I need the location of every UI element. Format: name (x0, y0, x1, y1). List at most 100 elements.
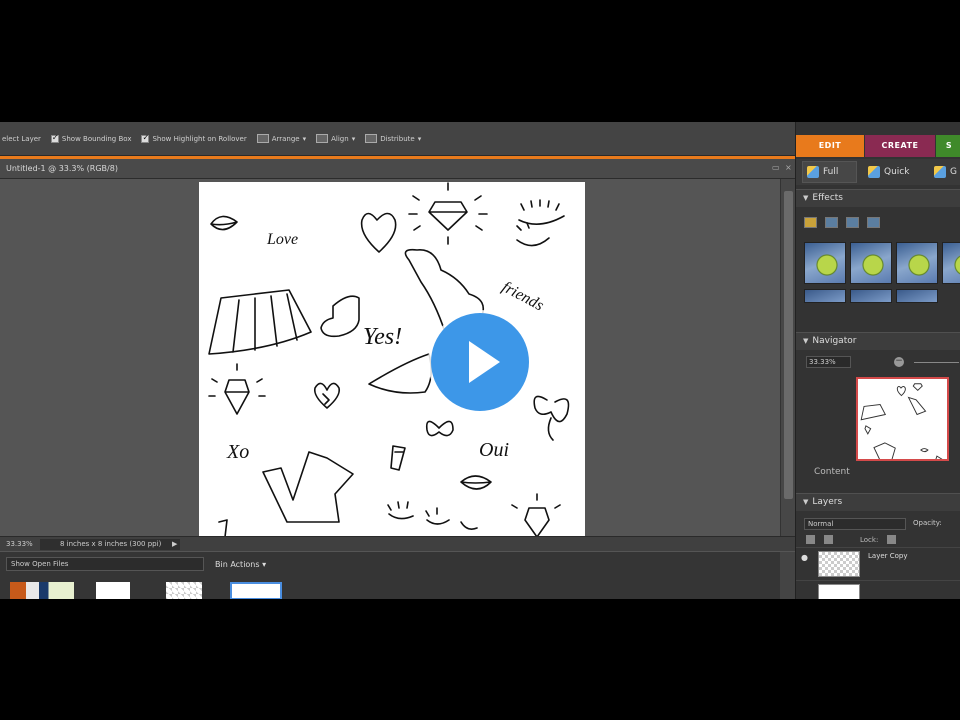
file-thumbnail[interactable] (10, 582, 74, 599)
chevron-down-icon: ▾ (417, 134, 422, 143)
file-thumbnail-active[interactable] (230, 582, 282, 599)
effect-thumbnail[interactable] (850, 242, 892, 284)
lock-label: Lock: (860, 535, 879, 544)
photo-effects-icon[interactable] (846, 217, 859, 228)
effect-thumbnail[interactable] (896, 242, 938, 284)
tab-edit[interactable]: EDIT (796, 135, 864, 157)
collapse-triangle-icon: ▼ (803, 337, 809, 345)
tab-quick-label: Quick (884, 167, 910, 177)
tool-options-bar: elect Layer Show Bounding Box Show Highl… (0, 122, 795, 156)
scrollbar-thumb[interactable] (784, 191, 793, 499)
tab-guided-label: G (950, 167, 957, 177)
layer-thumbnail (818, 551, 860, 577)
file-thumbnail[interactable] (166, 582, 202, 599)
filters-icon[interactable] (804, 217, 817, 228)
collapse-triangle-icon: ▼ (803, 194, 809, 202)
navigator-panel-header[interactable]: ▼ Navigator (796, 332, 960, 350)
love-text: Love (266, 231, 298, 248)
right-panel: EDIT CREATE S Full Quick G ▼ Effects ▼ Nav… (795, 122, 960, 599)
project-bin-scrollbar[interactable] (780, 552, 795, 599)
effects-title: Effects (812, 193, 843, 203)
status-bar: 33.33% 8 inches x 8 inches (300 ppi) ▶ (0, 536, 795, 551)
minimize-button[interactable]: ▭ (772, 163, 780, 172)
layers-panel-header[interactable]: ▼ Layers (796, 493, 960, 511)
video-play-button[interactable] (431, 313, 529, 411)
blend-mode-select[interactable]: Normal (804, 518, 906, 530)
tab-create[interactable]: CREATE (865, 135, 935, 157)
effect-thumbnail[interactable] (896, 289, 938, 303)
bin-actions-label: Bin Actions (215, 560, 260, 569)
effect-thumbnail[interactable] (804, 289, 846, 303)
friends-text: friends (499, 279, 546, 315)
show-highlight-option[interactable]: Show Highlight on Rollover (141, 133, 247, 143)
show-open-files-select[interactable]: Show Open Files (6, 557, 204, 571)
guided-edit-icon (934, 166, 946, 178)
show-bounding-box-option[interactable]: Show Bounding Box (50, 133, 132, 143)
distribute-button[interactable]: Distribute ▾ (365, 134, 421, 143)
new-layer-icon[interactable] (806, 535, 815, 544)
small-diamond-doodle (208, 363, 266, 415)
zoom-out-icon[interactable]: − (894, 357, 904, 367)
navigator-title: Navigator (812, 336, 857, 346)
effects-panel-header[interactable]: ▼ Effects (796, 189, 960, 207)
align-button[interactable]: Align ▾ (316, 134, 355, 143)
chevron-down-icon: ▾ (351, 134, 356, 143)
checkbox-icon[interactable] (141, 133, 150, 143)
effect-thumbnail[interactable] (804, 242, 846, 284)
collapse-triangle-icon: ▼ (803, 498, 809, 506)
visibility-eye-icon[interactable]: ● (801, 553, 808, 562)
diamond-doodle (408, 182, 488, 245)
effect-thumbnail[interactable] (942, 242, 960, 284)
chevron-down-icon: ▾ (302, 134, 307, 143)
effect-thumbnail[interactable] (850, 289, 892, 303)
mode-tabs: EDIT CREATE S (796, 135, 960, 157)
show-highlight-label: Show Highlight on Rollover (152, 134, 247, 143)
layer-row[interactable] (796, 580, 960, 599)
full-edit-icon (807, 166, 819, 178)
show-all-icon[interactable] (867, 217, 880, 228)
checkbox-icon[interactable] (50, 133, 59, 143)
layer-row[interactable]: ● Layer Copy (796, 547, 960, 579)
document-title-bar: Untitled-1 @ 33.3% (RGB/8) ▭ × (0, 159, 795, 179)
lock-icon[interactable] (887, 535, 897, 544)
project-bin: Show Open Files Bin Actions ▾ (0, 551, 795, 599)
canvas-area: Love friends Yes! Xo Oui (0, 179, 780, 537)
tab-full-label: Full (823, 167, 839, 177)
arrange-button[interactable]: Arrange ▾ (256, 134, 307, 143)
arrange-label: Arrange (271, 134, 300, 143)
navigator-preview[interactable] (856, 377, 949, 461)
zoom-readout[interactable]: 33.33% (6, 540, 33, 548)
tab-share[interactable]: S (936, 135, 960, 157)
xo-text: Xo (226, 441, 249, 463)
select-layer-option[interactable]: elect Layer (2, 135, 41, 143)
opacity-label: Opacity: (913, 519, 942, 527)
open-files-thumbnails (0, 580, 780, 599)
layers-toolbar: Lock: (806, 535, 897, 544)
select-layer-label: elect Layer (2, 134, 41, 143)
navigator-zoom-field[interactable]: 33.33% (806, 356, 851, 368)
content-panel-header[interactable]: Content (814, 467, 850, 477)
bin-actions-menu[interactable]: Bin Actions ▾ (215, 560, 266, 569)
close-button[interactable]: × (785, 163, 792, 172)
align-label: Align (331, 134, 349, 143)
zoom-slider[interactable] (914, 362, 959, 363)
quick-fix-icon (868, 166, 880, 178)
chevron-down-icon: ▾ (262, 560, 267, 569)
show-bounding-box-label: Show Bounding Box (61, 134, 132, 143)
layer-styles-icon[interactable] (825, 217, 838, 228)
tab-quick-fix[interactable]: Quick (864, 161, 924, 183)
distribute-icon (365, 134, 378, 143)
document-size-info: 8 inches x 8 inches (300 ppi) (40, 539, 180, 550)
effects-category-icons (804, 217, 880, 228)
adjustment-layer-icon[interactable] (824, 535, 833, 544)
tab-guided-edit[interactable]: G (930, 161, 960, 183)
yes-text: Yes! (363, 324, 402, 350)
vertical-scrollbar[interactable] (780, 179, 795, 536)
arrange-icon (256, 134, 269, 143)
file-thumbnail[interactable] (96, 582, 130, 599)
edit-mode-tabs: Full Quick G (796, 159, 960, 185)
layer-name: Layer Copy (868, 552, 908, 560)
status-menu-arrow-icon[interactable]: ▶ (172, 540, 182, 550)
tab-full-edit[interactable]: Full (802, 161, 857, 183)
navigator-preview-art (860, 383, 943, 459)
